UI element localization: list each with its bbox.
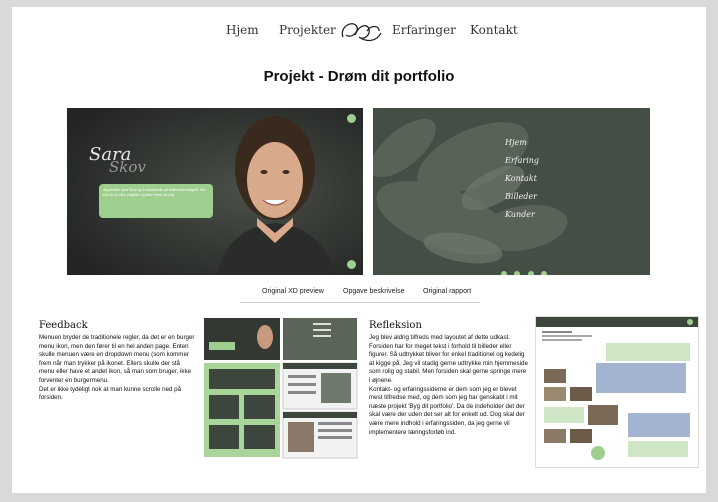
social-icon[interactable] xyxy=(501,271,507,275)
experience-page-image xyxy=(535,316,699,468)
social-icon[interactable] xyxy=(527,271,534,275)
top-navigation: Hjem Projekter Erfaringer Kontakt xyxy=(12,17,706,45)
reflection-text: Jeg blev aldrig tilfreds med layoutet af… xyxy=(369,334,529,437)
link-xd-preview[interactable]: Original XD preview xyxy=(262,288,324,295)
reflection-paragraph-2: Kontakt- og erfaringssiderne er dem som … xyxy=(369,385,525,436)
scroll-down-icon[interactable] xyxy=(347,260,356,269)
nav-link-kontakt[interactable]: Kontakt xyxy=(470,23,518,37)
overlay-menu-item-erfaring[interactable]: Erfaring xyxy=(505,156,539,165)
preview-menu-page[interactable]: Hjem Erfaring Kontakt Billeder Kunder xyxy=(373,108,650,275)
social-icon[interactable] xyxy=(514,271,521,275)
experience-page-illustration xyxy=(536,317,698,460)
logo-text-skov: Skov xyxy=(109,158,146,176)
nav-link-hjem[interactable]: Hjem xyxy=(226,23,259,37)
feedback-text: Menuen bryder de traditionele regler, da… xyxy=(39,334,197,403)
link-task-description[interactable]: Opgave beskrivelse xyxy=(343,288,404,295)
feedback-heading: Feedback xyxy=(39,320,88,331)
overlay-menu-item-kunder[interactable]: Kunder xyxy=(505,210,539,219)
preview-homepage[interactable]: Sara Skov Jeg hedder Sara Skov og er stu… xyxy=(67,108,363,275)
feedback-paragraph-2: Det er ikke tydeligt nok at man kunne sc… xyxy=(39,385,182,402)
nav-link-erfaringer[interactable]: Erfaringer xyxy=(392,23,456,37)
overlay-menu-item-billeder[interactable]: Billeder xyxy=(505,192,539,201)
overlay-menu-item-hjem[interactable]: Hjem xyxy=(505,138,539,147)
social-icons xyxy=(501,264,548,275)
site-logo-icon[interactable] xyxy=(337,17,385,47)
menu-icon[interactable] xyxy=(347,114,356,123)
intro-textbox: Jeg hedder Sara Skov og er studerende på… xyxy=(99,184,213,218)
divider xyxy=(240,302,480,303)
overlay-menu-item-kontakt[interactable]: Kontakt xyxy=(505,174,539,183)
xd-artboards-illustration xyxy=(204,318,358,459)
page-container: Hjem Projekter Erfaringer Kontakt Projek… xyxy=(12,7,706,493)
xd-artboards-image xyxy=(203,317,358,459)
nav-link-projekter[interactable]: Projekter xyxy=(279,23,336,37)
reflection-heading: Refleksion xyxy=(369,320,422,331)
overlay-menu: Hjem Erfaring Kontakt Billeder Kunder xyxy=(505,138,539,219)
page-title: Projekt - Drøm dit portfolio xyxy=(263,68,455,85)
reflection-paragraph-1: Jeg blev aldrig tilfreds med layoutet af… xyxy=(369,334,528,384)
link-original-report[interactable]: Original rapport xyxy=(423,288,471,295)
feedback-paragraph-1: Menuen bryder de traditionele regler, da… xyxy=(39,334,195,384)
social-icon[interactable] xyxy=(541,271,548,275)
